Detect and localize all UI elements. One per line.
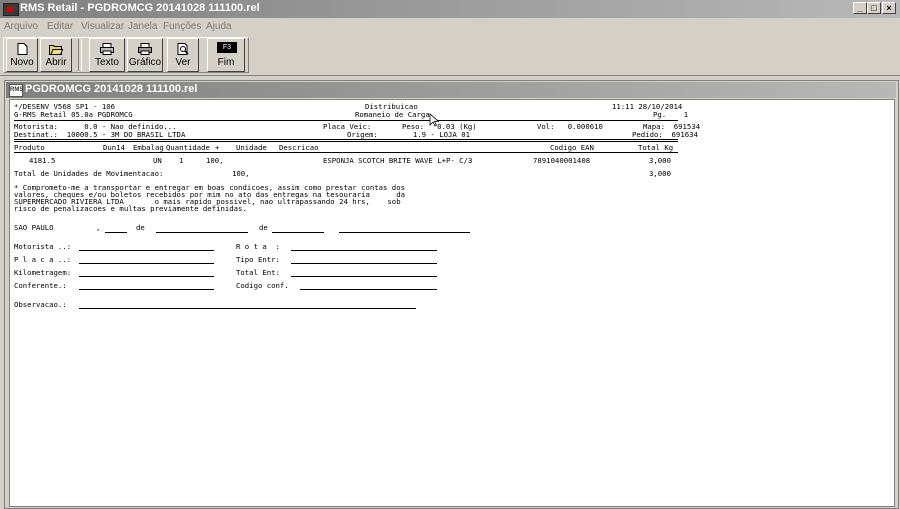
open-folder-icon xyxy=(49,45,63,55)
header-program: G-RMS Retail 05.0a PGDROMCG xyxy=(14,110,133,119)
ver-button[interactable]: Ver xyxy=(167,38,199,72)
year-line xyxy=(272,232,324,233)
total-ent-field-label: Total Ent: xyxy=(236,268,280,277)
tipo-entr-field-label: Tipo Entr: xyxy=(236,255,280,264)
item-descricao: ESPONJA SCOTCH BRITE WAVE L+P- C/3 xyxy=(323,156,473,165)
observacao-field-line xyxy=(79,308,416,309)
day-line xyxy=(105,232,127,233)
tipo-entr-field-line xyxy=(291,263,437,264)
total-kg: 3,000 xyxy=(649,169,671,178)
report-icon: RMS xyxy=(9,84,23,97)
kilometragem-field-label: Kilometragem: xyxy=(14,268,72,277)
motorista-field-label: Motorista ..: xyxy=(14,242,72,251)
mouse-cursor-icon xyxy=(429,113,439,127)
texto-button[interactable]: Texto xyxy=(89,38,125,72)
report-title: PGDROMCG 20141028 111100.rel xyxy=(25,83,198,95)
column-codigo-ean: Codigo EAN xyxy=(550,143,594,152)
novo-button[interactable]: Novo xyxy=(6,38,38,72)
total-ent-field-line xyxy=(291,276,437,277)
f3-key-icon: F3 xyxy=(217,42,237,53)
app-title-bar: RMS Retail - PGDROMCG 20141028 111100.re… xyxy=(0,0,900,18)
menu-visualizar[interactable]: Visualizar xyxy=(81,21,124,32)
divider xyxy=(14,120,678,121)
header-report-name: Romaneio de Carga xyxy=(355,110,430,119)
signature-line xyxy=(339,232,470,233)
codigo-conf-field-label: Codigo conf. xyxy=(236,281,289,290)
ver-label: Ver xyxy=(175,57,191,68)
de-label: de xyxy=(259,223,268,232)
grafico-button[interactable]: Gráfico xyxy=(127,38,163,72)
header-page: Pg. 1 xyxy=(653,110,689,119)
placa-field-line xyxy=(79,263,214,264)
abrir-label: Abrir xyxy=(45,57,67,68)
column-total-kg: Total Kg xyxy=(638,143,674,152)
de-label: de xyxy=(136,223,145,232)
origem-value: Origem: 1.9 - LOJA 01 xyxy=(347,130,471,139)
commitment-text: risco de penalizacoes e multas previamen… xyxy=(14,204,247,213)
item-embalagem: 1 xyxy=(179,156,184,165)
menu-janela[interactable]: Janela xyxy=(128,21,157,32)
date-comma: , xyxy=(96,223,101,232)
volume-value: Vol: 0.000610 xyxy=(537,122,603,131)
column-dun14: Dun14 xyxy=(103,143,125,152)
app-title: RMS Retail - PGDROMCG 20141028 111100.re… xyxy=(20,2,260,14)
city-label: SAO PAULO xyxy=(14,223,54,232)
month-line xyxy=(156,232,248,233)
toolbar: Novo Abrir Texto Gráfico Ver F3 Fim xyxy=(0,35,900,76)
column-plus: + xyxy=(215,143,220,152)
report-page: */DESENV V568 SP1 - 106 Distribuicao 11:… xyxy=(9,99,895,507)
total-quantidade: 100, xyxy=(232,169,250,178)
conferente-field-label: Conferente.: xyxy=(14,281,67,290)
close-button[interactable]: × xyxy=(882,2,896,14)
grafico-label: Gráfico xyxy=(128,57,162,68)
maximize-button[interactable]: □ xyxy=(867,2,881,14)
toolbar-separator xyxy=(78,39,82,71)
report-title-bar: RMS PGDROMCG 20141028 111100.rel xyxy=(6,82,896,98)
placa-field-label: P l a c a ..: xyxy=(14,255,72,264)
conferente-field-line xyxy=(79,289,214,290)
double-divider xyxy=(14,139,678,142)
menu-arquivo[interactable]: Arquivo xyxy=(4,21,38,32)
fim-label: Fim xyxy=(217,57,235,68)
observacao-field-label: Observacao.: xyxy=(14,300,67,309)
item-unidade: UN xyxy=(153,156,162,165)
column-embalag: Embalag xyxy=(133,143,164,152)
total-label: Total de Unidades de Movimentacao: xyxy=(14,169,164,178)
rota-field-line xyxy=(291,250,437,251)
motorista-field-line xyxy=(79,250,214,251)
column-unidade: Unidade xyxy=(236,143,267,152)
report-window: RMS PGDROMCG 20141028 111100.rel */DESEN… xyxy=(4,80,899,509)
abrir-button[interactable]: Abrir xyxy=(40,38,72,72)
item-produto: 4181.5 xyxy=(29,156,56,165)
menu-bar: Arquivo Editar Visualizar Janela Funções… xyxy=(0,18,900,35)
destinatario-line: Destinat.: 10000.5 - 3M DO BRASIL LTDA xyxy=(14,130,186,139)
fim-button[interactable]: F3 Fim xyxy=(207,38,245,72)
new-document-icon xyxy=(17,43,28,55)
column-descricao: Descricao xyxy=(279,143,319,152)
pedido-value: Pedido: 691634 xyxy=(632,130,698,139)
app-icon xyxy=(3,3,19,16)
divider xyxy=(14,152,678,153)
printer-graphic-icon xyxy=(138,43,152,55)
kilometragem-field-line xyxy=(79,276,214,277)
texto-label: Texto xyxy=(95,57,119,68)
novo-label: Novo xyxy=(10,57,34,68)
printer-icon xyxy=(100,43,114,55)
menu-funcoes[interactable]: Funções xyxy=(163,21,201,32)
rota-field-label: R o t a : xyxy=(236,242,280,251)
column-quantidade: Quantidade xyxy=(166,143,210,152)
minimize-button[interactable]: _ xyxy=(853,2,867,14)
codigo-conf-field-line xyxy=(300,289,437,290)
item-quantidade: 100, xyxy=(206,156,224,165)
column-produto: Produto xyxy=(14,143,45,152)
item-ean: 7891040001408 xyxy=(533,156,591,165)
item-total-kg: 3,000 xyxy=(649,156,671,165)
menu-ajuda[interactable]: Ajuda xyxy=(206,21,232,32)
preview-icon xyxy=(177,43,189,55)
menu-editar[interactable]: Editar xyxy=(47,21,73,32)
